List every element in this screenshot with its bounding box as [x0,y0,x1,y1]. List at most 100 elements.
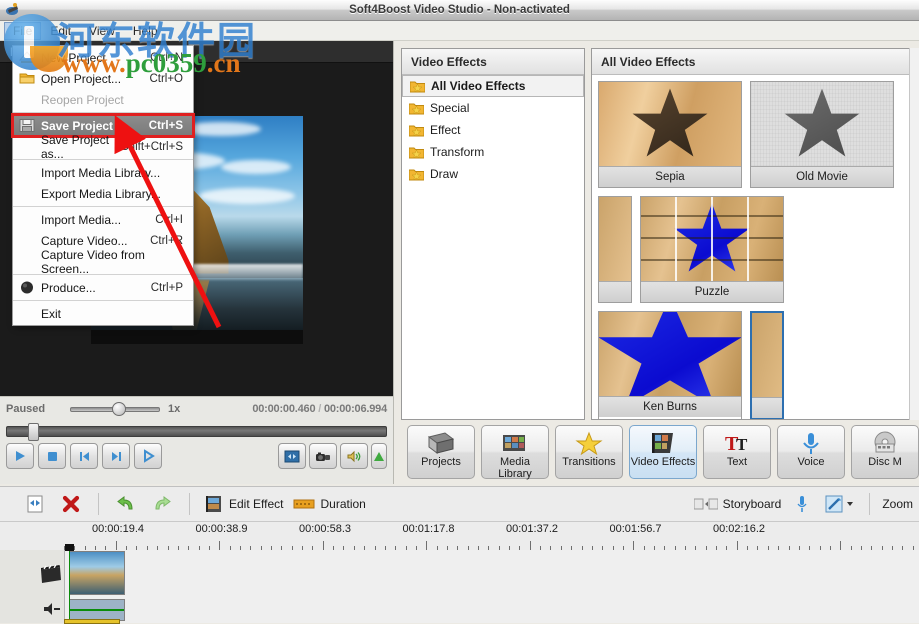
category-item-label: Draw [430,167,458,181]
app-icon [5,2,21,18]
category-item-transform[interactable]: Transform [402,141,584,163]
tab-video-effects[interactable]: Video Effects [629,425,697,479]
menu-item-label: Save Project [41,119,113,133]
time-separator: / [318,403,321,415]
menu-view[interactable]: View [80,22,124,40]
delete-icon[interactable] [58,492,84,516]
menu-edit[interactable]: Edit [41,22,80,40]
category-item-label: Special [430,101,469,115]
folder-star-icon [409,124,424,137]
effects-scrollbar[interactable] [909,48,919,420]
tab-projects[interactable]: Projects [407,425,475,479]
category-panel-header: Video Effects [402,49,584,75]
undo-icon[interactable] [113,492,139,516]
effect-card-old-movie[interactable]: Old Movie [750,81,894,188]
menu-item-label: Capture Video... [41,234,128,248]
effect-card-partial[interactable] [750,311,784,420]
category-item-effect[interactable]: Effect [402,119,584,141]
storyboard-label: Storyboard [723,497,782,511]
tab-voice[interactable]: Voice [777,425,845,479]
edit-effect-button[interactable]: Edit Effect [204,495,283,513]
menu-bar: File Edit View Help [0,21,919,41]
tab-text[interactable]: TTText [703,425,771,479]
split-clip-icon[interactable] [22,492,48,516]
pen-icon[interactable] [823,492,857,516]
effect-card-sepia[interactable]: Sepia [598,81,742,188]
menu-item-import-media[interactable]: Import Media...Ctrl+I [13,209,193,230]
overlay-track-clip[interactable] [64,619,120,624]
effect-card-partial[interactable] [598,196,632,303]
menu-divider [13,112,193,113]
current-time: 00:00:00.460 [252,403,315,415]
open-folder-icon [19,71,35,86]
menu-item-label: Import Media... [41,213,121,227]
menu-item-open-project[interactable]: Open Project... Ctrl+O [13,68,193,89]
effects-category-panel: Video Effects All Video Effects Special Ef… [401,48,585,420]
menu-item-new-project[interactable]: New ProjectCtrl+N [13,47,193,68]
snapshot-button[interactable] [309,443,337,469]
file-menu-dropdown[interactable]: New ProjectCtrl+NOpen Project...Ctrl+ORe… [12,45,194,326]
playhead[interactable] [69,550,70,598]
video-clip[interactable] [69,551,125,595]
play-button[interactable] [6,443,34,469]
menu-edit-label: Edit [50,24,71,38]
title-bar: Soft4Boost Video Studio - Non-activated [0,0,919,21]
menu-item-label: Open Project... [41,72,121,86]
menu-item-produce[interactable]: Produce...Ctrl+P [13,277,193,298]
produce-icon [19,280,35,295]
previous-frame-button[interactable] [70,443,98,469]
floppy-disk-icon [19,118,35,133]
effects-grid[interactable]: SepiaOld MoviePuzzleKen BurnsSnowWaterco… [592,75,919,420]
menu-item-export-media-library[interactable]: Export Media Library... [13,183,193,204]
tab-label: Projects [421,457,461,469]
menu-file[interactable]: File [4,22,41,40]
speed-slider[interactable] [70,404,160,414]
redo-icon[interactable] [149,492,175,516]
tab-transitions[interactable]: Transitions [555,425,623,479]
seek-bar[interactable] [6,423,387,439]
microphone-icon[interactable] [789,492,815,516]
video-track-area[interactable] [64,550,919,598]
duration-button[interactable]: Duration [293,497,365,511]
effect-card-puzzle[interactable]: Puzzle [640,196,784,303]
menu-item-capture-video-from-screen[interactable]: Capture Video from Screen... [13,251,193,272]
menu-item-import-media-library[interactable]: Import Media Library... [13,162,193,183]
fullscreen-button[interactable] [278,443,306,469]
tab-media-library[interactable]: Media Library [481,425,549,479]
clapperboard-icon [40,564,62,587]
tab-label: Text [727,457,747,469]
ruler-tick [323,541,324,550]
tab-label: Voice [798,457,825,469]
zoom-label: Zoom [882,497,913,511]
menu-item-label: Capture Video from Screen... [41,248,183,276]
duration-label: Duration [320,497,365,511]
stop-button[interactable] [38,443,66,469]
next-frame-button[interactable] [102,443,130,469]
menu-item-save-project-as[interactable]: Save Project as...Shift+Ctrl+S [13,136,193,157]
menu-item-accelerator: Ctrl+O [149,73,193,85]
menu-item-exit[interactable]: Exit [13,303,193,324]
ruler-label: 00:01:37.2 [506,523,558,535]
menu-item-accelerator: Ctrl+P [151,282,193,294]
effect-card-ken-burns[interactable]: Ken Burns [598,311,742,420]
storyboard-toggle[interactable]: Storyboard [694,497,782,511]
folder-star-icon [409,102,424,115]
speed-slider-knob[interactable] [112,402,126,416]
svg-text:T: T [736,435,748,454]
window-title: Soft4Boost Video Studio - Non-activated [349,4,570,16]
category-item-label: All Video Effects [431,79,525,93]
seek-handle[interactable] [28,423,39,441]
volume-level-button[interactable] [371,443,387,469]
ruler-label: 00:00:38.9 [196,523,248,535]
audio-track-area[interactable] [64,598,919,623]
timeline-ruler[interactable]: 00:00:19.400:00:38.900:00:58.300:01:17.8… [0,522,919,550]
timeline-toolbar: Edit Effect Duration Storyboard Z [0,486,919,522]
forward-button[interactable] [134,443,162,469]
category-item-special[interactable]: Special [402,97,584,119]
volume-button[interactable] [340,443,368,469]
tab-disc-m[interactable]: Disc M [851,425,919,479]
category-item-all-video-effects[interactable]: All Video Effects [402,75,584,97]
category-item-draw[interactable]: Draw [402,163,584,185]
menu-item-accelerator: Ctrl+S [149,120,193,132]
menu-help[interactable]: Help [124,22,167,40]
